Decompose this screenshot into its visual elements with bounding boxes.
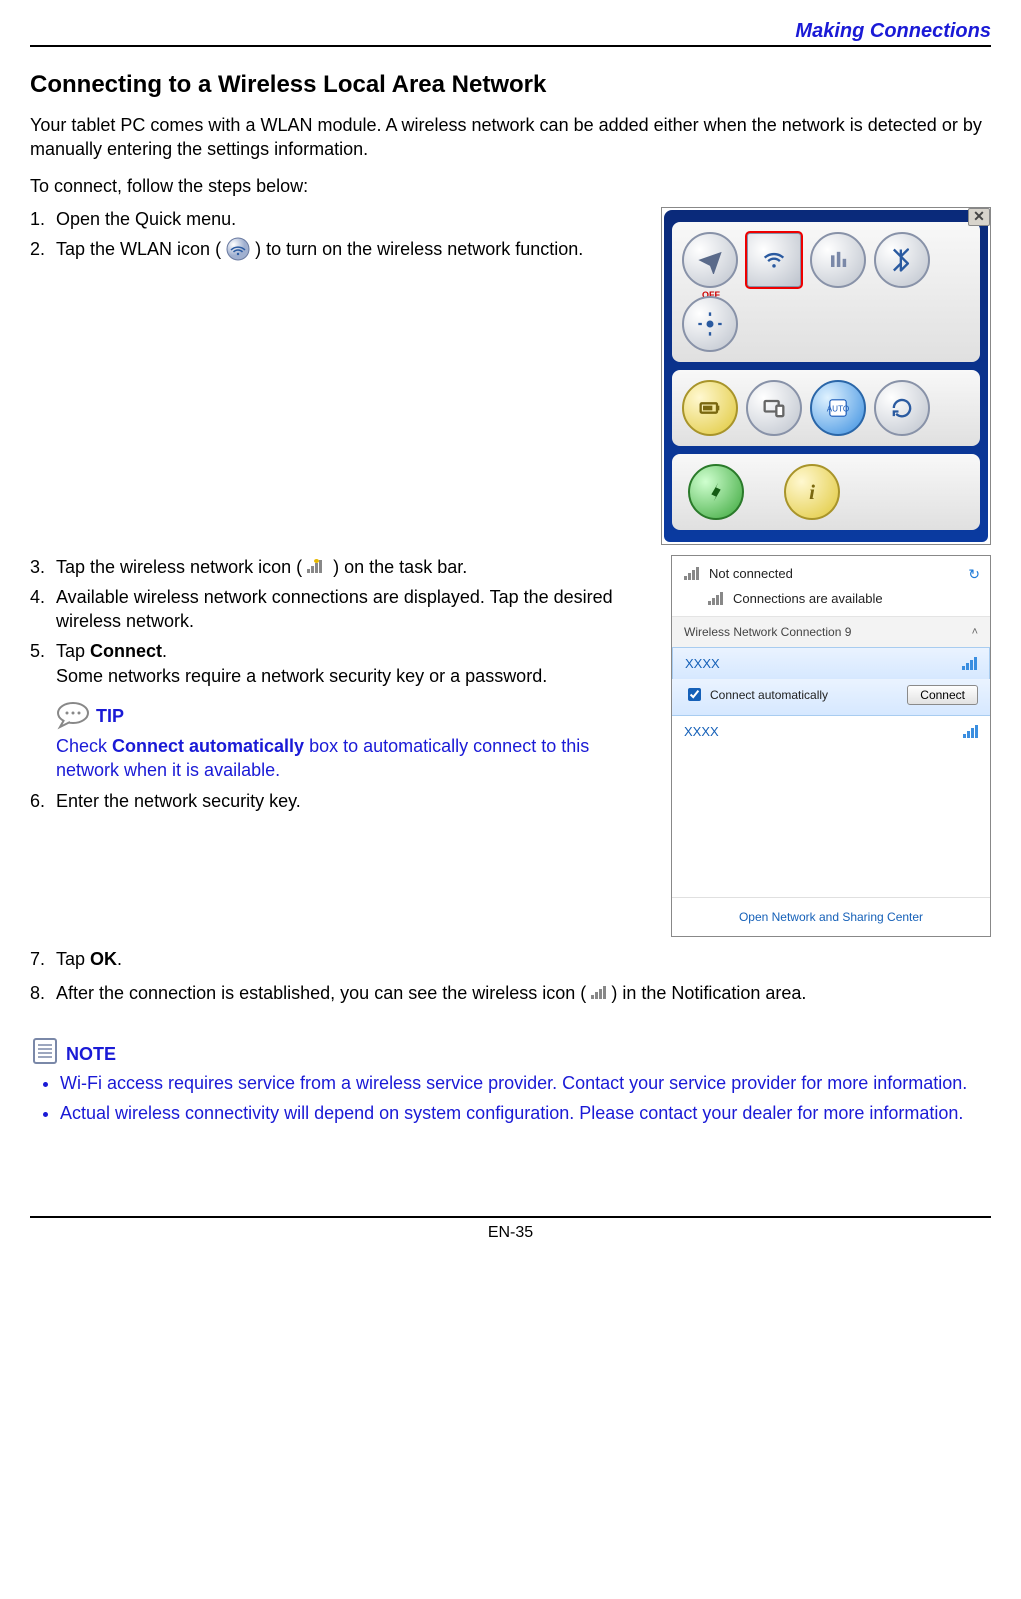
wlan-button[interactable] bbox=[746, 232, 802, 288]
wlan-icon bbox=[226, 237, 250, 261]
network-tray-icon bbox=[307, 559, 328, 573]
svg-text:AUTO: AUTO bbox=[827, 404, 850, 413]
step-5: 5. Tap Connect. Some networks require a … bbox=[30, 639, 653, 688]
note-callout: NOTE Wi-Fi access requires service from … bbox=[30, 1035, 991, 1126]
tip-callout: TIP Check Connect automatically box to a… bbox=[56, 702, 653, 783]
step-8: 8. After the connection is established, … bbox=[30, 981, 991, 1005]
gps-button[interactable] bbox=[682, 296, 738, 352]
breadcrumb: Making Connections bbox=[795, 20, 991, 42]
signal-icon bbox=[684, 566, 699, 580]
wifi-status: Not connected bbox=[709, 566, 793, 581]
signal-strong-icon bbox=[962, 656, 977, 670]
page-header: Making Connections bbox=[30, 20, 991, 47]
wwan-button[interactable] bbox=[810, 232, 866, 288]
step-7: 7. Tap OK. bbox=[30, 947, 991, 971]
devices-button[interactable] bbox=[746, 380, 802, 436]
chevron-up-icon: ˄ bbox=[972, 626, 978, 638]
connect-button[interactable]: Connect bbox=[907, 685, 978, 705]
signal-strong-icon bbox=[963, 724, 978, 738]
adapter-section[interactable]: Wireless Network Connection 9 ˄ bbox=[672, 617, 990, 648]
connect-auto-checkbox[interactable]: Connect automatically bbox=[684, 685, 828, 704]
step-4: 4. Available wireless network connection… bbox=[30, 585, 653, 634]
refresh-icon[interactable]: ↻ bbox=[968, 566, 980, 583]
step-6: 6. Enter the network security key. bbox=[30, 789, 653, 813]
signal-icon bbox=[708, 591, 723, 605]
step-2: 2. Tap the WLAN icon ( ) to turn on the … bbox=[30, 237, 643, 261]
close-icon[interactable]: ✕ bbox=[968, 208, 990, 226]
wireless-connected-icon bbox=[591, 985, 606, 999]
intro-text: Your tablet PC comes with a WLAN module.… bbox=[30, 113, 991, 162]
rotate-button[interactable] bbox=[874, 380, 930, 436]
speech-bubble-icon bbox=[56, 702, 90, 730]
network-item[interactable]: XXXX bbox=[672, 716, 990, 747]
open-network-center-link[interactable]: Open Network and Sharing Center bbox=[672, 897, 990, 936]
info-button[interactable]: i bbox=[784, 464, 840, 520]
connections-available: Connections are available bbox=[733, 591, 883, 606]
wifi-flyout-figure: Not connected ↻ Connections are availabl… bbox=[671, 555, 991, 937]
svg-text:i: i bbox=[809, 480, 815, 504]
page-footer: EN-35 bbox=[30, 1216, 991, 1242]
step-3: 3. Tap the wireless network icon ( ) on … bbox=[30, 555, 653, 579]
battery-button[interactable] bbox=[682, 380, 738, 436]
network-item-selected[interactable]: XXXX bbox=[672, 647, 990, 680]
settings-button[interactable] bbox=[688, 464, 744, 520]
lead-text: To connect, follow the steps below: bbox=[30, 176, 991, 197]
quick-menu-figure: ✕ OFF bbox=[661, 207, 991, 545]
bluetooth-button[interactable] bbox=[874, 232, 930, 288]
airplane-mode-button[interactable]: OFF bbox=[682, 232, 738, 288]
note-item-2: Actual wireless connectivity will depend… bbox=[60, 1101, 991, 1125]
note-item-1: Wi-Fi access requires service from a wir… bbox=[60, 1071, 991, 1095]
notepad-icon bbox=[30, 1035, 60, 1065]
page-title: Connecting to a Wireless Local Area Netw… bbox=[30, 71, 991, 99]
step-1: 1. Open the Quick menu. bbox=[30, 207, 643, 231]
auto-button[interactable]: AUTO bbox=[810, 380, 866, 436]
